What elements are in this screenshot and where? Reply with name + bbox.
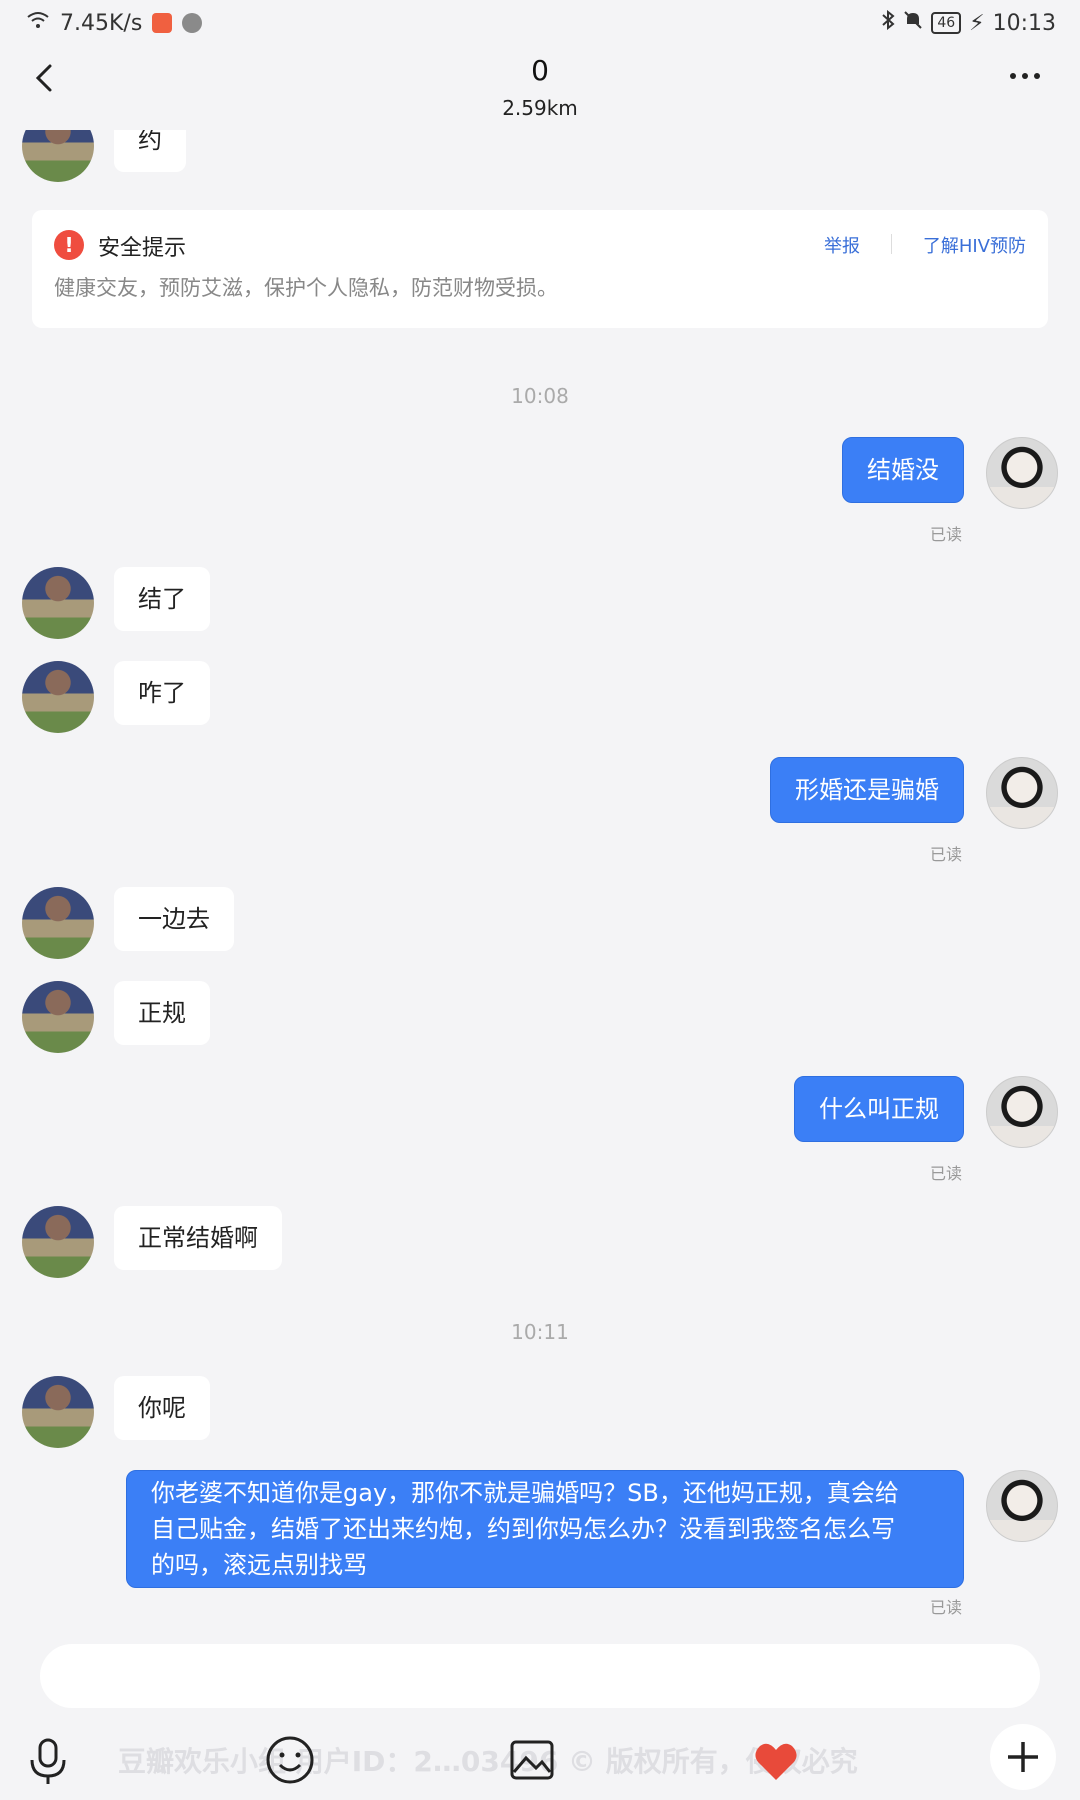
charging-icon: ⚡	[969, 10, 985, 36]
warning-icon: !	[54, 230, 84, 260]
microphone-icon	[30, 1738, 66, 1784]
divider	[891, 234, 892, 254]
app-notification-icon	[152, 13, 173, 33]
sent-message[interactable]: 什么叫正规	[794, 1076, 964, 1142]
contact-avatar[interactable]	[22, 130, 94, 182]
message-input[interactable]	[40, 1644, 1040, 1708]
read-receipt: 已读	[929, 525, 962, 544]
contact-avatar[interactable]	[22, 887, 94, 959]
watermark: 豆瓣欢乐小组 用户ID：2…03496 © 版权所有，侵权必究	[118, 1745, 858, 1778]
more-options-button[interactable]	[1010, 66, 1050, 86]
contact-avatar[interactable]	[22, 1376, 94, 1448]
message-list[interactable]: 约 ! 安全提示 举报 了解HIV预防 健康交友，预防艾滋，保护个人隐私，防范财…	[0, 130, 1080, 1630]
timestamp: 10:08	[511, 384, 569, 408]
input-bar: 豆瓣欢乐小组 用户ID：2…03496 © 版权所有，侵权必究	[0, 1630, 1080, 1800]
battery-icon: 46	[931, 12, 962, 34]
contact-avatar[interactable]	[22, 981, 94, 1053]
my-avatar[interactable]	[986, 1470, 1058, 1542]
report-link[interactable]: 举报	[824, 232, 860, 258]
received-message[interactable]: 一边去	[114, 887, 234, 951]
contact-avatar[interactable]	[22, 1206, 94, 1278]
bluetooth-icon	[881, 9, 895, 36]
hiv-prevention-link[interactable]: 了解HIV预防	[923, 232, 1026, 258]
my-avatar[interactable]	[986, 437, 1058, 509]
more-dots-icon	[1010, 73, 1016, 79]
image-icon	[510, 1740, 554, 1780]
heart-gift-icon	[755, 1743, 797, 1780]
received-message[interactable]: 你呢	[114, 1376, 210, 1440]
status-bar: 7.45K/s 46 ⚡ 10:13	[0, 0, 1080, 44]
emoji-button[interactable]	[262, 1732, 318, 1788]
emoji-icon	[266, 1736, 314, 1784]
gift-button[interactable]	[748, 1732, 804, 1788]
mute-icon	[903, 10, 923, 36]
wifi-icon	[26, 10, 50, 36]
safety-tip-title: 安全提示	[98, 236, 187, 261]
read-receipt: 已读	[929, 845, 962, 864]
my-avatar[interactable]	[986, 1076, 1058, 1148]
contact-avatar[interactable]	[22, 661, 94, 733]
received-message[interactable]: 结了	[114, 567, 210, 631]
my-avatar[interactable]	[986, 757, 1058, 829]
image-button[interactable]	[504, 1732, 560, 1788]
contact-avatar[interactable]	[22, 567, 94, 639]
contact-name: 0	[531, 54, 549, 87]
received-message[interactable]: 约	[114, 130, 186, 172]
plus-icon	[1008, 1742, 1038, 1772]
wechat-icon	[182, 13, 203, 33]
voice-button[interactable]	[20, 1732, 76, 1788]
contact-distance: 2.59km	[502, 96, 578, 120]
more-actions-button[interactable]	[990, 1724, 1056, 1790]
chat-header: 0 2.59km	[0, 44, 1080, 130]
timestamp: 10:11	[511, 1320, 569, 1344]
safety-tip-card: ! 安全提示 举报 了解HIV预防 健康交友，预防艾滋，保护个人隐私，防范财物受…	[32, 210, 1048, 328]
clock: 10:13	[992, 10, 1056, 36]
received-message[interactable]: 正常结婚啊	[114, 1206, 282, 1270]
network-speed: 7.45K/s	[60, 10, 143, 36]
received-message[interactable]: 咋了	[114, 661, 210, 725]
sent-message[interactable]: 形婚还是骗婚	[770, 757, 964, 823]
read-receipt: 已读	[929, 1598, 962, 1617]
safety-tip-text: 健康交友，预防艾滋，保护个人隐私，防范财物受损。	[54, 276, 558, 300]
received-message[interactable]: 正规	[114, 981, 210, 1045]
sent-message[interactable]: 你老婆不知道你是gay，那你不就是骗婚吗？SB，还他妈正规，真会给 自己贴金，结…	[126, 1470, 964, 1588]
sent-message[interactable]: 结婚没	[842, 437, 964, 503]
read-receipt: 已读	[929, 1164, 962, 1183]
